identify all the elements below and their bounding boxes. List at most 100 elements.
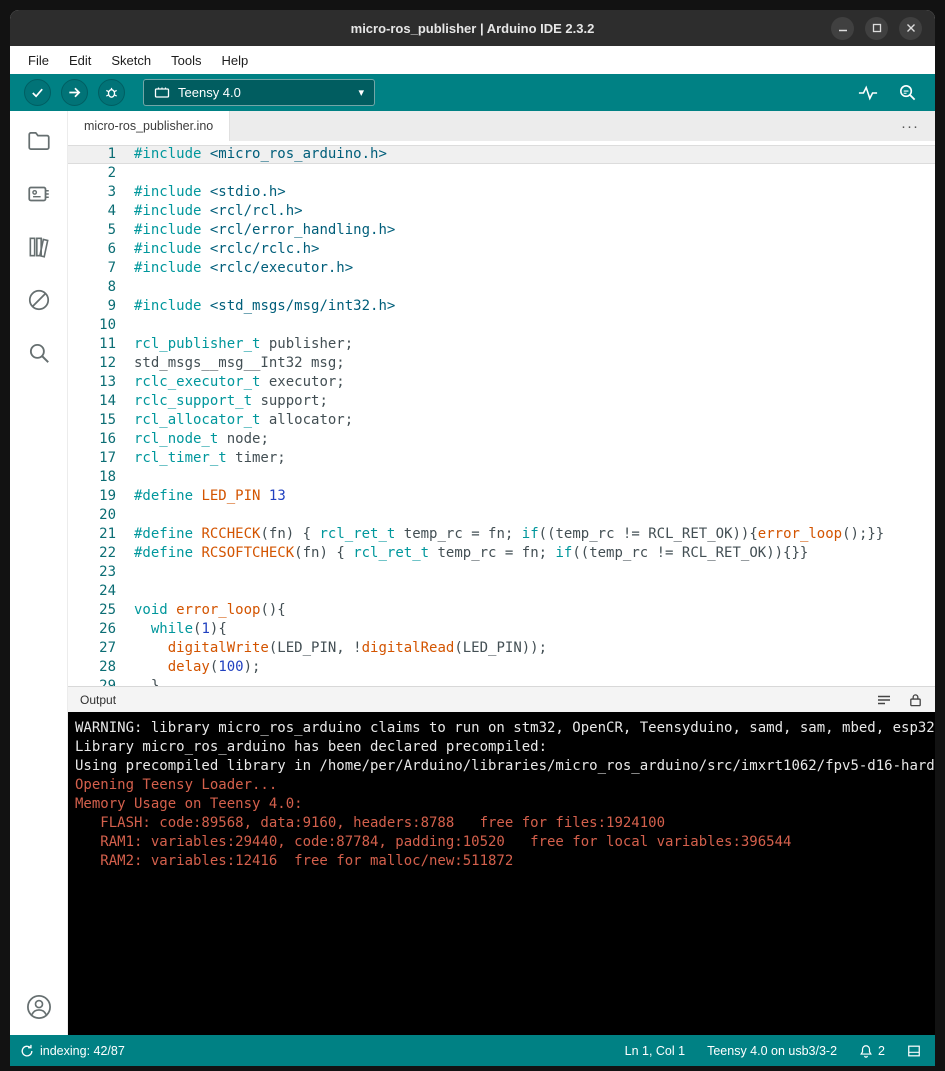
code-line[interactable]: 5 #include <rcl/error_handling.h>: [68, 221, 935, 240]
code-text: rcl_node_t node;: [134, 431, 269, 447]
close-button[interactable]: [899, 16, 922, 40]
code-line[interactable]: 9 #include <std_msgs/msg/int32.h>: [68, 297, 935, 316]
sidebar-item-account[interactable]: [25, 993, 53, 1021]
code-line[interactable]: 12 std_msgs__msg__Int32 msg;: [68, 354, 935, 373]
clear-output-icon[interactable]: [876, 692, 892, 708]
output-line: RAM2: variables:12416 free for malloc/ne…: [75, 853, 514, 869]
code-line[interactable]: 16 rcl_node_t node;: [68, 430, 935, 449]
code-line[interactable]: 3 #include <stdio.h>: [68, 183, 935, 202]
line-number: 7: [107, 260, 116, 276]
code-line[interactable]: 26 while(1){: [68, 620, 935, 639]
sidebar-item-boards-manager[interactable]: [25, 180, 53, 208]
code-line[interactable]: 15 rcl_allocator_t allocator;: [68, 411, 935, 430]
sidebar-item-library-manager[interactable]: [25, 233, 53, 261]
board-icon: [154, 87, 170, 98]
code-editor[interactable]: 1 #include <micro_ros_arduino.h> 2 3 #includ…: [68, 141, 935, 686]
line-number: 28: [99, 659, 116, 675]
code-line[interactable]: 7 #include <rclc/executor.h>: [68, 259, 935, 278]
code-text: rcl_allocator_t allocator;: [134, 412, 354, 428]
autoscroll-lock-icon[interactable]: [908, 692, 923, 708]
arduino-ide-window: micro-ros_publisher | Arduino IDE 2.3.2 …: [10, 10, 935, 1066]
statusbar: indexing: 42/87 Ln 1, Col 1 Teensy 4.0 o…: [10, 1035, 935, 1066]
serial-monitor-icon[interactable]: [898, 83, 917, 102]
close-icon: [906, 24, 915, 32]
menu-help[interactable]: Help: [211, 46, 258, 74]
code-line[interactable]: 25 void error_loop(){: [68, 601, 935, 620]
code-line[interactable]: 10: [68, 316, 935, 335]
code-line[interactable]: 11 rcl_publisher_t publisher;: [68, 335, 935, 354]
code-line[interactable]: 27 digitalWrite(LED_PIN, !digitalRead(LE…: [68, 639, 935, 658]
upload-button[interactable]: [61, 79, 88, 106]
output-header-icons: [876, 692, 923, 708]
line-number: 14: [99, 393, 116, 409]
debug-button[interactable]: [98, 79, 125, 106]
line-number: 1: [107, 146, 116, 162]
code-line[interactable]: 20: [68, 506, 935, 525]
code-line[interactable]: 18: [68, 468, 935, 487]
code-text: while(1){: [150, 621, 227, 637]
code-line[interactable]: 22 #define RCSOFTCHECK(fn) { rcl_ret_t te…: [68, 544, 935, 563]
code-line[interactable]: 24: [68, 582, 935, 601]
code-text: #include <stdio.h>: [134, 184, 286, 200]
serial-plotter-icon[interactable]: [858, 84, 878, 102]
code-line[interactable]: 2: [68, 164, 935, 183]
line-number: 24: [99, 583, 116, 599]
code-text: #include <rclc/rclc.h>: [134, 241, 320, 257]
code-line[interactable]: 13 rclc_executor_t executor;: [68, 373, 935, 392]
board-selector-label: Teensy 4.0: [178, 85, 241, 100]
toolbar: Teensy 4.0 ▾: [10, 74, 935, 111]
notifications[interactable]: 2: [859, 1044, 885, 1058]
folder-icon: [27, 132, 50, 150]
output-console[interactable]: WARNING: library micro_ros_arduino claim…: [68, 712, 935, 1035]
line-number: 22: [99, 545, 116, 561]
maximize-button[interactable]: [865, 16, 888, 40]
sidebar-item-sketchbook[interactable]: [25, 127, 53, 155]
code-line[interactable]: 23: [68, 563, 935, 582]
output-header: Output: [68, 686, 935, 712]
code-line[interactable]: 6 #include <rclc/rclc.h>: [68, 240, 935, 259]
code-text: rcl_publisher_t publisher;: [134, 336, 354, 352]
menu-edit[interactable]: Edit: [59, 46, 101, 74]
indexing-status: indexing: 42/87: [10, 1044, 125, 1058]
code-line[interactable]: 14 rclc_support_t support;: [68, 392, 935, 411]
sidebar-item-search[interactable]: [25, 339, 53, 367]
line-number: 19: [99, 488, 116, 504]
code-line[interactable]: 19 #define LED_PIN 13: [68, 487, 935, 506]
code-line[interactable]: 4 #include <rcl/rcl.h>: [68, 202, 935, 221]
code-text: rcl_timer_t timer;: [134, 450, 286, 466]
chevron-down-icon: ▾: [358, 87, 364, 99]
main-area: micro-ros_publisher.ino ··· 1 #include <m…: [10, 111, 935, 1035]
output-line: Library micro_ros_arduino has been decla…: [75, 739, 548, 755]
boards-manager-icon: [27, 186, 49, 202]
code-line[interactable]: 29 }: [68, 677, 935, 686]
line-number: 2: [107, 165, 116, 181]
titlebar[interactable]: micro-ros_publisher | Arduino IDE 2.3.2: [10, 10, 935, 46]
tab-overflow-menu[interactable]: ···: [901, 111, 935, 141]
output-line: RAM1: variables:29440, code:87784, paddi…: [75, 834, 792, 850]
code-line[interactable]: 21 #define RCCHECK(fn) { rcl_ret_t temp_r…: [68, 525, 935, 544]
minimize-button[interactable]: [831, 16, 854, 40]
board-selector[interactable]: Teensy 4.0 ▾: [143, 79, 375, 106]
code-text: #include <rclc/executor.h>: [134, 260, 354, 276]
cursor-position[interactable]: Ln 1, Col 1: [625, 1044, 685, 1058]
menu-sketch[interactable]: Sketch: [101, 46, 161, 74]
menu-tools[interactable]: Tools: [161, 46, 211, 74]
menu-file[interactable]: File: [18, 46, 59, 74]
code-line[interactable]: 1 #include <micro_ros_arduino.h>: [68, 145, 935, 164]
code-line[interactable]: 28 delay(100);: [68, 658, 935, 677]
sidebar-item-debug[interactable]: [25, 286, 53, 314]
tab-sketch[interactable]: micro-ros_publisher.ino: [68, 111, 231, 141]
code-text: delay(100);: [167, 659, 261, 675]
board-port-status[interactable]: Teensy 4.0 on usb3/3-2: [707, 1044, 837, 1058]
output-line: Opening Teensy Loader...: [75, 777, 278, 793]
code-line[interactable]: 17 rcl_timer_t timer;: [68, 449, 935, 468]
line-number: 5: [107, 222, 116, 238]
activity-sidebar: [10, 111, 68, 1035]
verify-button[interactable]: [24, 79, 51, 106]
code-line[interactable]: 8: [68, 278, 935, 297]
panel-toggle-icon[interactable]: [907, 1044, 921, 1058]
line-number: 15: [99, 412, 116, 428]
